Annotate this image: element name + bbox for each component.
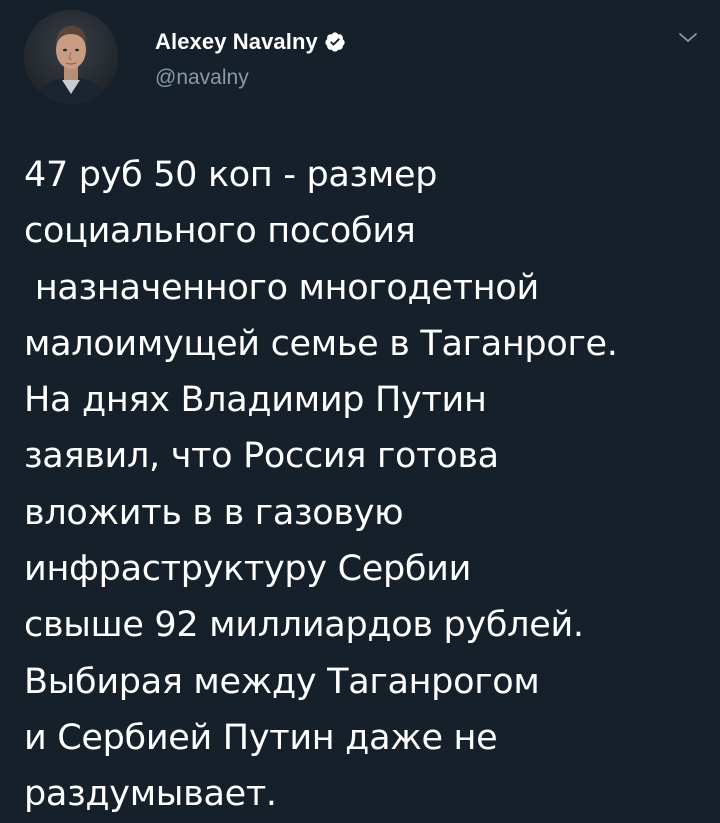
author-name-row[interactable]: Alexey Navalny [155, 28, 346, 56]
tweet-line: свыше 92 миллиардов рублей. [24, 605, 584, 646]
author-handle[interactable]: @navalny [155, 66, 249, 90]
tweet-line: 47 руб 50 коп - размер [24, 155, 438, 195]
tweet-line: раздумывает. [24, 774, 277, 815]
tweet-line: вложить в в газовую [24, 492, 404, 533]
verified-badge-icon [324, 31, 346, 53]
tweet-card: Alexey Navalny @navalny 47 руб 50 коп - … [0, 0, 720, 822]
tweet-line: На днях Владимир Путин [24, 380, 487, 421]
tweet-line: инфраструктуру Сербии [24, 549, 472, 590]
tweet-line: и Сербией Путин даже не [24, 717, 498, 758]
tweet-line: заявил, что Россия готова [24, 436, 499, 477]
tweet-text: 47 руб 50 коп - размер социального пособ… [24, 147, 704, 823]
avatar-photo [24, 10, 118, 104]
tweet-line: малоимущей семье в Таганроге. [24, 323, 618, 364]
tweet-line: Выбирая между Таганрогом [24, 661, 540, 702]
tweet-line: назначенного многодетной [24, 267, 539, 308]
author-display-name[interactable]: Alexey Navalny [155, 29, 318, 55]
chevron-down-icon[interactable] [676, 26, 700, 50]
avatar[interactable] [24, 10, 118, 104]
tweet-line: социального пособия [24, 211, 416, 252]
